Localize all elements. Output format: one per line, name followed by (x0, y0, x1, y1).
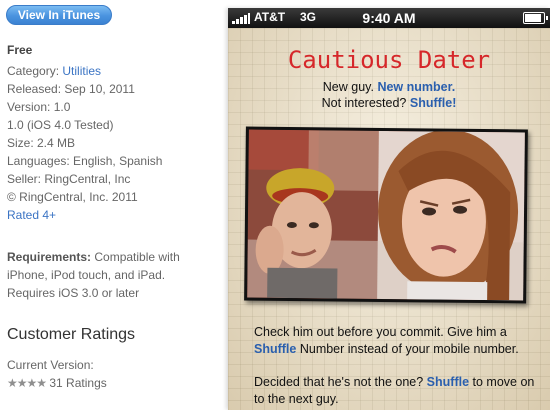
description-paragraph-2: Decided that he's not the one? Shuffle t… (254, 374, 539, 408)
ios-tested-text: 1.0 (iOS 4.0 Tested) (7, 118, 114, 132)
tagline-1-plain: New guy. (322, 80, 374, 94)
app-info-sidebar: View In iTunes Free Category: Utilities … (0, 0, 212, 410)
tagline-2-plain: Not interested? (321, 96, 407, 110)
tagline-line-2: Not interested? Shuffle! (228, 96, 550, 110)
content-rating-link[interactable]: Rated 4+ (7, 206, 162, 224)
tagline-line-1: New guy. New number. (228, 80, 550, 94)
star-rating-icon: ★★★★ (7, 376, 47, 390)
category-label: Category: (7, 64, 60, 78)
body-1-highlight: Shuffle (254, 342, 297, 356)
size-text: Size: 2.4 MB (7, 136, 76, 150)
seller-text: Seller: RingCentral, Inc (7, 172, 131, 186)
app-title: Cautious Dater (287, 46, 491, 74)
body-2-text-a: Decided that he's not the one? (254, 375, 424, 389)
requirements-text: Requirements: Compatible with iPhone, iP… (7, 248, 207, 302)
body-2-highlight: Shuffle (426, 375, 470, 389)
customer-ratings-heading: Customer Ratings (7, 326, 136, 343)
languages-text: Languages: English, Spanish (7, 154, 163, 168)
app-screenshot[interactable]: AT&T 3G 9:40 AM Cautious Dater New guy. … (228, 8, 550, 410)
category-link[interactable]: Utilities (62, 64, 101, 78)
status-bar: AT&T 3G 9:40 AM (228, 8, 550, 28)
price-label: Free (7, 43, 33, 57)
current-version-label: Current Version: (7, 358, 94, 372)
status-time: 9:40 AM (362, 10, 416, 26)
ratings-row: ★★★★ 31 Ratings (7, 374, 107, 392)
photo-image (247, 129, 525, 301)
tagline-1-highlight: New number. (377, 80, 456, 94)
view-in-itunes-button[interactable]: View In iTunes (6, 5, 112, 25)
released-date: Released: Sep 10, 2011 (7, 82, 135, 96)
photo-illustration (247, 129, 525, 301)
body-1-text-a: Check him out before you commit. Give hi… (254, 325, 507, 339)
requirements-label: Requirements: (7, 250, 92, 264)
couple-photo (244, 126, 528, 304)
body-1-text-b: Number instead of your mobile number. (299, 342, 519, 356)
category-row: Category: Utilities (7, 62, 162, 80)
battery-icon (523, 12, 548, 24)
description-paragraph-1: Check him out before you commit. Give hi… (254, 324, 539, 358)
tagline-2-highlight: Shuffle! (409, 96, 457, 110)
app-meta-list: Category: Utilities Released: Sep 10, 20… (7, 62, 162, 224)
copyright-text: © RingCentral, Inc. 2011 (7, 190, 138, 204)
version-text: Version: 1.0 (7, 100, 71, 114)
ratings-count: 31 Ratings (49, 376, 107, 390)
